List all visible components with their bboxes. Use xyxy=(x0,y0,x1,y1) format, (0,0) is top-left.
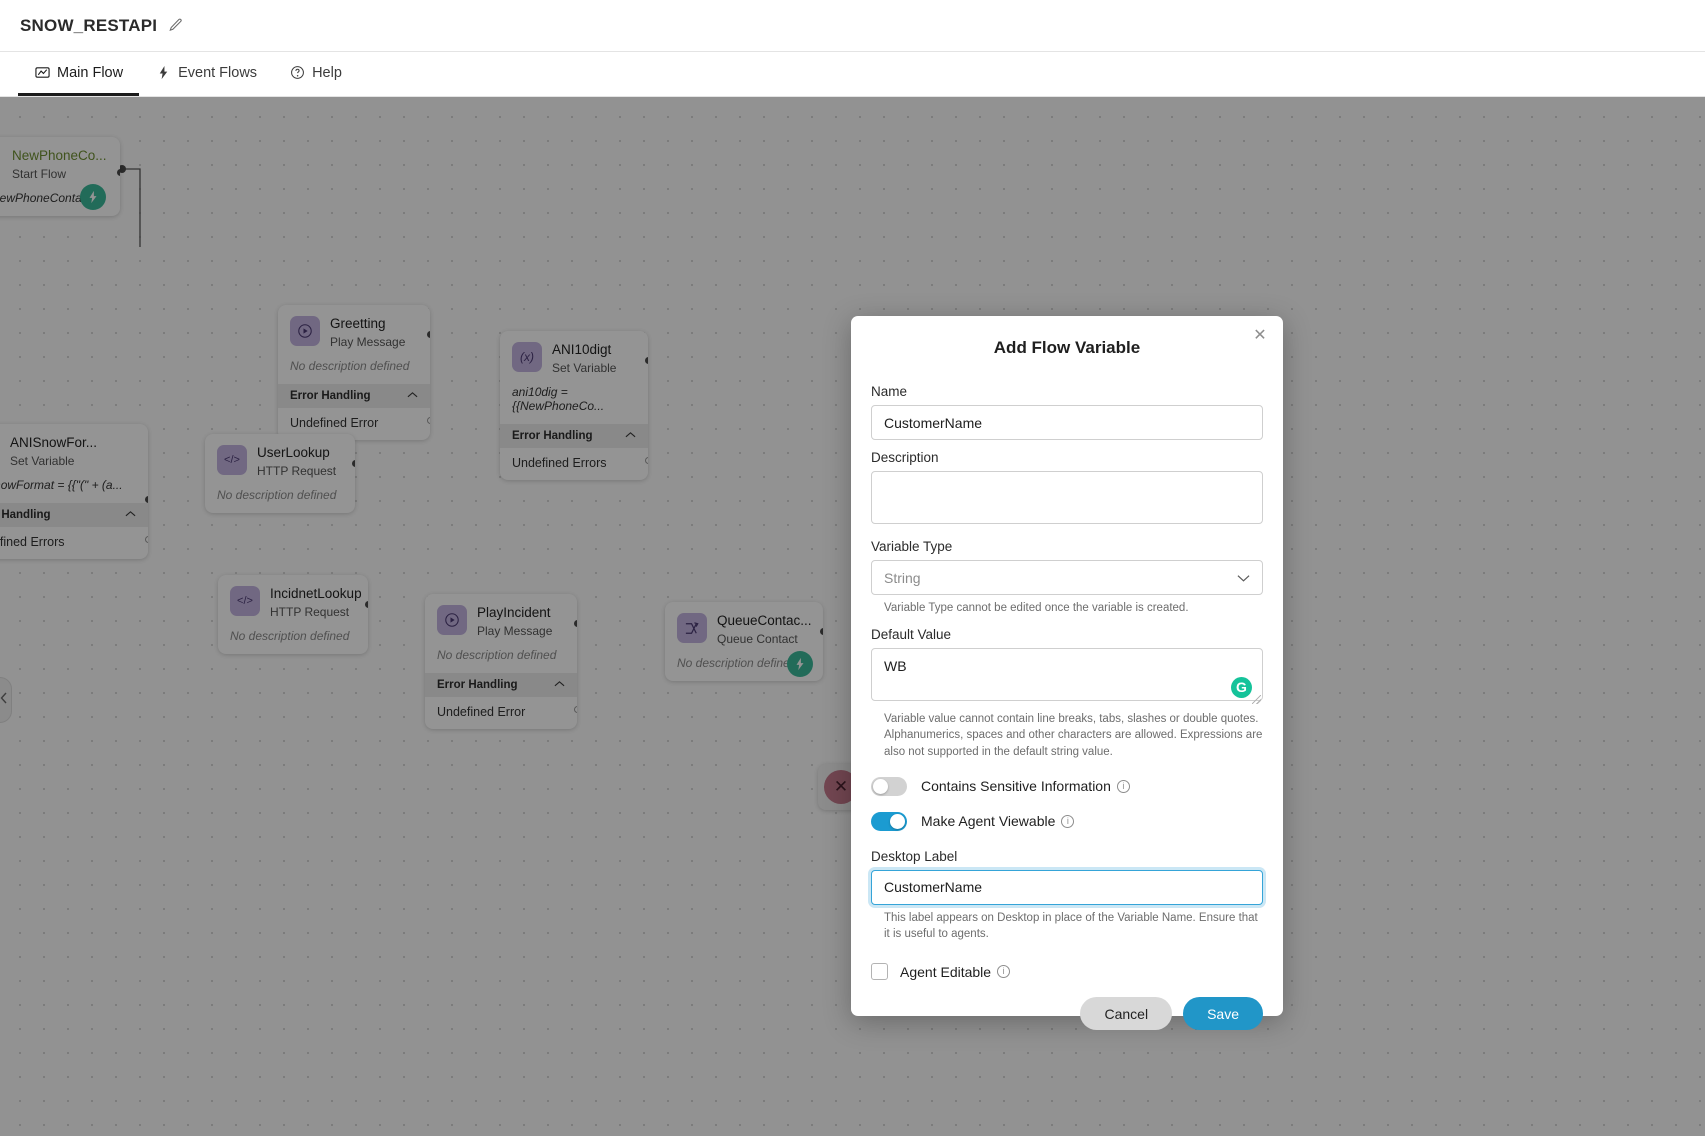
pencil-icon[interactable] xyxy=(167,18,183,34)
chevron-down-icon xyxy=(1237,570,1250,586)
agent-viewable-label: Make Agent Viewable xyxy=(921,813,1056,830)
cancel-button[interactable]: Cancel xyxy=(1080,997,1173,1031)
name-label: Name xyxy=(871,384,908,399)
info-icon[interactable]: i xyxy=(1116,779,1130,793)
desktop-label-input[interactable] xyxy=(871,869,1263,905)
flow-icon xyxy=(34,65,50,81)
tab-label: Event Flows xyxy=(178,64,258,81)
agent-editable-row: Agent Editable i xyxy=(871,963,1263,981)
tab-label: Main Flow xyxy=(57,64,124,81)
variable-type-select[interactable]: String xyxy=(871,560,1263,595)
dialog-title: Add Flow Variable xyxy=(993,338,1141,357)
bolt-icon xyxy=(155,65,171,81)
default-value-wrapper: WB G xyxy=(871,647,1263,706)
sensitive-information-label-group: Contains Sensitive Information i xyxy=(921,778,1130,794)
name-input[interactable] xyxy=(871,405,1263,440)
agent-viewable-label-group: Make Agent Viewable i xyxy=(921,813,1075,830)
agent-viewable-toggle[interactable] xyxy=(871,811,907,831)
tab-help[interactable]: Help xyxy=(273,52,358,96)
variable-type-label: Variable Type xyxy=(871,539,953,554)
sensitive-information-toggle[interactable] xyxy=(871,776,907,796)
variable-type-hint: Variable Type cannot be edited once the … xyxy=(884,602,1189,614)
help-icon xyxy=(289,65,305,81)
description-input[interactable] xyxy=(871,471,1263,524)
default-value-label: Default Value xyxy=(871,626,952,642)
app-header: SNOW_RESTAPI xyxy=(0,0,1705,52)
info-icon[interactable]: i xyxy=(997,965,1011,979)
textarea-resize-handle[interactable] xyxy=(1252,694,1261,704)
add-flow-variable-dialog: ✕ Add Flow Variable Name Description Var… xyxy=(851,316,1283,1031)
desktop-label-label: Desktop Label xyxy=(871,848,958,864)
tab-main-flow[interactable]: Main Flow xyxy=(18,52,140,96)
sensitive-information-row: Contains Sensitive Information i xyxy=(871,776,1263,796)
toggle-knob xyxy=(890,813,905,829)
default-value-hint: Variable value cannot contain line break… xyxy=(884,712,1263,759)
save-button[interactable]: Save xyxy=(1183,997,1263,1031)
tab-event-flows[interactable]: Event Flows xyxy=(139,52,273,96)
agent-viewable-row: Make Agent Viewable i xyxy=(871,811,1263,831)
default-value-input[interactable]: WB xyxy=(871,647,1263,701)
tab-bar: Main Flow Event Flows Help xyxy=(0,52,1705,97)
close-icon[interactable]: ✕ xyxy=(1251,327,1269,345)
page-title: SNOW_RESTAPI xyxy=(20,15,158,35)
info-icon[interactable]: i xyxy=(1061,814,1075,828)
variable-type-value: String xyxy=(884,569,921,586)
tab-label: Help xyxy=(312,64,342,81)
agent-editable-label: Agent Editable xyxy=(900,963,992,980)
grammarly-icon[interactable]: G xyxy=(1231,676,1252,698)
description-label: Description xyxy=(871,450,939,465)
sensitive-information-label: Contains Sensitive Information xyxy=(921,778,1111,795)
agent-editable-label-group: Agent Editable i xyxy=(900,963,1011,980)
toggle-knob xyxy=(873,778,888,794)
desktop-label-hint: This label appears on Desktop in place o… xyxy=(884,911,1258,941)
dialog-actions: Cancel Save xyxy=(871,997,1263,1031)
agent-editable-checkbox[interactable] xyxy=(871,963,888,981)
